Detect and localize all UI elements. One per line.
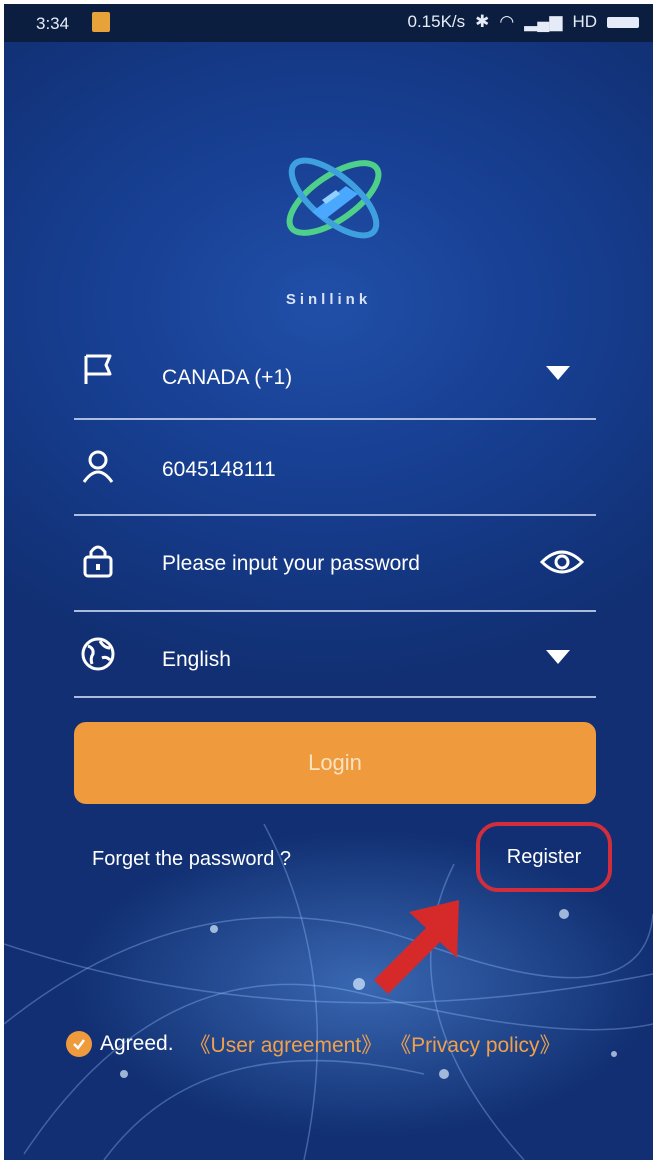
country-dropdown-icon[interactable] (546, 366, 570, 380)
wifi-icon: ◠ (499, 12, 515, 31)
notification-icon (92, 12, 110, 32)
language-value: English (162, 648, 231, 671)
app-logo-icon (286, 157, 382, 239)
privacy-policy-link[interactable]: 《Privacy policy》 (390, 1029, 560, 1059)
user-agreement-link[interactable]: 《User agreement》 (190, 1029, 383, 1059)
phone-field[interactable]: 6045148111 (74, 426, 596, 516)
register-label: Register (506, 845, 582, 868)
user-icon (82, 450, 114, 483)
agreement-row: Agreed. 《User agreement》 《Privacy policy… (66, 1029, 561, 1059)
bluetooth-icon: ✱ (475, 12, 490, 31)
lock-icon (83, 545, 113, 578)
eye-icon[interactable] (540, 548, 584, 576)
password-field[interactable]: Please input your password (74, 522, 596, 612)
divider (74, 696, 596, 698)
language-dropdown-icon[interactable] (546, 650, 570, 664)
flag-icon (84, 354, 112, 384)
login-button[interactable]: Login (74, 722, 596, 804)
agreed-label: Agreed. (100, 1032, 174, 1055)
divider (74, 418, 596, 420)
divider (74, 514, 596, 516)
status-bar: 3:34 0.15K/s ✱ ◠ ▂▄▆ HD (4, 4, 653, 42)
checkbox-checked-icon[interactable] (66, 1031, 92, 1057)
phone-value[interactable]: 6045148111 (162, 458, 276, 482)
globe-icon (81, 637, 115, 671)
register-button[interactable]: Register (476, 822, 612, 892)
red-arrow-icon (374, 900, 459, 994)
country-select[interactable]: CANADA (+1) (74, 330, 596, 420)
battery-icon (607, 16, 639, 28)
network-speed: 0.15K/s (407, 12, 466, 31)
country-value: CANADA (+1) (162, 366, 293, 389)
status-time: 3:34 (36, 14, 70, 33)
hd-label: HD (572, 12, 597, 31)
signal-icon: ▂▄▆ (524, 12, 563, 31)
forgot-password-link[interactable]: Forget the password ? (92, 848, 291, 871)
language-select[interactable]: English (74, 608, 596, 698)
password-placeholder[interactable]: Please input your password (162, 552, 420, 576)
brand-name: Sinllink (285, 291, 372, 308)
login-screen: 3:34 0.15K/s ✱ ◠ ▂▄▆ HD Sinllink CANADA … (4, 4, 653, 1160)
